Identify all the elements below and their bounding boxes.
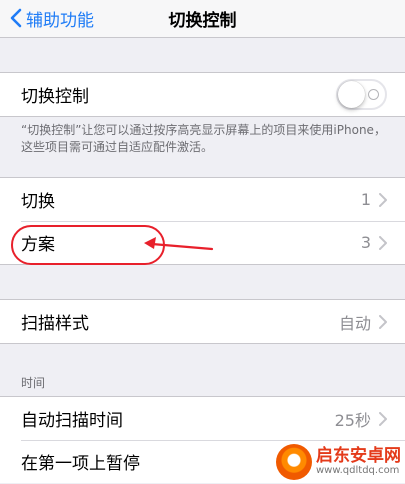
auto-scan-time-label: 自动扫描时间	[21, 411, 123, 431]
auto-scan-time-value: 25秒	[334, 410, 371, 430]
auto-scan-time-row[interactable]: 自动扫描时间 25秒	[0, 397, 405, 440]
watermark: 启东安卓网 www.qdltdq.com	[276, 440, 405, 484]
chevron-right-icon	[379, 411, 387, 426]
chevron-right-icon	[379, 192, 387, 207]
scan-style-group: 扫描样式 自动	[0, 299, 405, 344]
navigation-bar: 辅助功能 切换控制	[0, 0, 405, 38]
switches-label: 切换	[21, 192, 55, 212]
page-title: 切换控制	[168, 11, 237, 31]
switches-value: 1	[360, 190, 371, 209]
switch-control-row: 切换控制	[0, 73, 405, 116]
toggle-knob	[338, 81, 365, 108]
chevron-right-icon	[379, 314, 387, 329]
switch-control-group: 切换控制	[0, 72, 405, 117]
toggle-off-indicator-icon	[368, 89, 379, 100]
scan-style-label: 扫描样式	[21, 314, 89, 334]
switch-control-label: 切换控制	[21, 87, 89, 107]
watermark-logo-icon	[276, 444, 312, 480]
switch-control-description: “切换控制”让您可以通过按序高亮显示屏幕上的项目来使用iPhone，这些项目需可…	[21, 123, 386, 154]
watermark-text: 启东安卓网 www.qdltdq.com	[316, 445, 401, 476]
chevron-right-icon	[379, 235, 387, 250]
watermark-title: 启东安卓网	[316, 445, 401, 466]
switch-control-toggle[interactable]	[336, 79, 387, 110]
scan-style-value: 自动	[338, 313, 371, 333]
timing-section-header: 时间	[21, 376, 46, 390]
scan-style-row[interactable]: 扫描样式 自动	[0, 300, 405, 343]
watermark-url: www.qdltdq.com	[316, 464, 400, 476]
annotation-arrow-icon	[144, 237, 214, 251]
recipes-value: 3	[360, 233, 371, 252]
switches-row[interactable]: 切换 1	[0, 178, 405, 221]
